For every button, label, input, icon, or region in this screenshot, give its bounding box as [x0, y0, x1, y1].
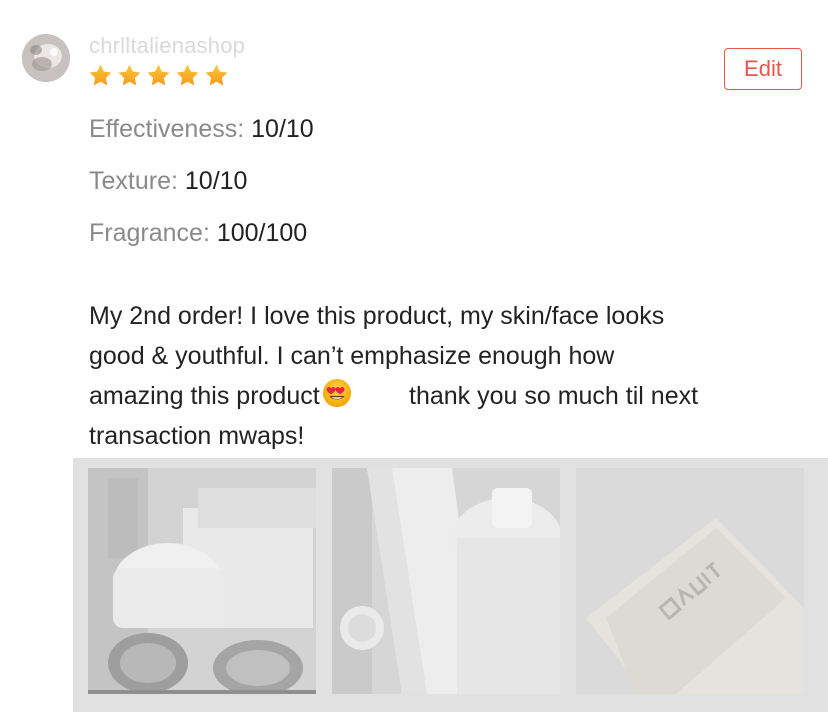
review-photo-1[interactable] [88, 468, 316, 694]
star-icon [89, 64, 112, 86]
attribute-fragrance: Fragrance: 100/100 [89, 218, 307, 248]
review-text-line: My 2nd order! I love this product, my sk… [89, 302, 665, 330]
attribute-value: 100/100 [216, 219, 308, 247]
star-icon [147, 64, 170, 86]
attribute-label: Fragrance: [89, 219, 210, 247]
review-photo-3[interactable] [576, 468, 804, 694]
star-icon [176, 64, 199, 86]
attribute-value: 10/10 [251, 115, 314, 143]
star-icon [205, 64, 228, 86]
review-photo-2[interactable] [332, 468, 560, 694]
attribute-label: Effectiveness: [89, 115, 245, 143]
username[interactable]: chrlltalienashop [89, 33, 245, 59]
attribute-label: Texture: [89, 167, 178, 195]
avatar[interactable] [22, 34, 70, 82]
attribute-effectiveness: Effectiveness: 10/10 [89, 114, 314, 144]
star-icon [118, 64, 141, 86]
review-text-last-line: thank you so much til next [409, 382, 699, 410]
review-photos [73, 458, 828, 712]
attribute-texture: Texture: 10/10 [89, 166, 247, 196]
review-text-final-line: transaction mwaps! [89, 422, 305, 450]
attribute-value: 10/10 [184, 167, 248, 195]
heart-eyes-emoji [322, 378, 351, 408]
review-card: chrlltalienashop Edit Effectiveness: 10/… [0, 0, 828, 712]
edit-button[interactable]: Edit [724, 48, 802, 90]
review-text-fragment: amazing this product [89, 382, 320, 410]
review-text-line: good & youthful. I can’t emphasize enoug… [89, 342, 615, 370]
rating-stars [88, 63, 229, 89]
